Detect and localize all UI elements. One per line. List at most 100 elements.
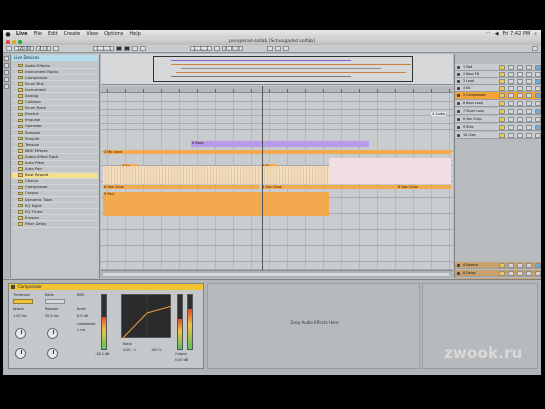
track-header[interactable]: 2 Bass Fill [455, 71, 541, 78]
pan-field[interactable] [535, 271, 541, 276]
track-header[interactable]: 4 Kit [455, 85, 541, 92]
apple-icon[interactable]: ● [3, 31, 13, 38]
expand-button[interactable] [45, 299, 65, 304]
arm-button[interactable] [517, 86, 523, 91]
track-header[interactable]: 6 Bass Loop [455, 100, 541, 107]
track-activator-button[interactable] [499, 263, 505, 268]
track-activator-button[interactable] [499, 86, 505, 91]
track-fold-icon[interactable] [457, 80, 460, 83]
live-devices-icon[interactable] [4, 56, 9, 61]
pan-field[interactable] [535, 72, 541, 77]
track-activator-button[interactable] [499, 79, 505, 84]
file-browser-2-icon[interactable] [4, 77, 9, 82]
track-lane[interactable] [101, 94, 453, 102]
track-activator-button[interactable] [499, 109, 505, 114]
solo-button[interactable] [508, 125, 514, 130]
threshold-meter[interactable] [101, 294, 107, 350]
track-fold-icon[interactable] [457, 264, 460, 267]
pan-field[interactable] [535, 79, 541, 84]
menu-help[interactable]: Help [126, 31, 143, 37]
loop-start-field[interactable]: 1 . 1 . 1 [190, 46, 212, 51]
volume-icon[interactable]: ◀ [495, 31, 499, 37]
volume-field[interactable] [526, 79, 532, 84]
track-name[interactable]: 4 Kit [456, 86, 490, 91]
spotlight-icon[interactable]: ⌕ [534, 31, 537, 37]
volume-field[interactable] [526, 125, 532, 130]
solo-button[interactable] [508, 93, 514, 98]
tempo-field[interactable]: 120.00 [14, 46, 34, 51]
track-name[interactable]: 10 Clap [456, 133, 490, 138]
wifi-icon[interactable]: ◠ [486, 31, 490, 37]
solo-button[interactable] [508, 86, 514, 91]
track-fold-icon[interactable] [457, 73, 460, 76]
track-header[interactable]: 9 Ride [455, 124, 541, 131]
close-icon[interactable] [6, 39, 10, 44]
track-activator-button[interactable] [499, 133, 505, 138]
arrangement-clip[interactable]: 6 Bass [191, 141, 369, 147]
track-name[interactable]: 2 Bass Fill [456, 72, 490, 77]
beat-time-ruler[interactable] [101, 86, 453, 93]
tap-button[interactable] [6, 46, 12, 51]
loop-switch[interactable] [213, 46, 220, 51]
volume-field[interactable] [526, 93, 532, 98]
arrangement-clip[interactable]: 9 Pad [103, 192, 329, 216]
arm-button[interactable] [517, 72, 523, 77]
pan-field[interactable] [535, 86, 541, 91]
arrangement-clip[interactable]: 8 Vox Chop [397, 185, 451, 189]
arm-button[interactable] [517, 125, 523, 130]
arm-button[interactable] [517, 65, 523, 70]
track-header[interactable]: 1 Pad [455, 64, 541, 71]
menu-options[interactable]: Options [101, 31, 126, 37]
plugins-icon[interactable] [4, 63, 9, 68]
device-title[interactable]: Compressor [9, 284, 203, 290]
arm-button[interactable] [517, 117, 523, 122]
arrangement-clip[interactable]: 8 Vox Chop [261, 185, 397, 189]
track-fold-icon[interactable] [457, 134, 460, 137]
arm-button[interactable] [517, 79, 523, 84]
lookahead-value[interactable]: 1 ms [77, 328, 85, 332]
key-map-button[interactable] [274, 46, 281, 51]
track-activator-button[interactable] [499, 271, 505, 276]
track-name[interactable]: 3 Lead [456, 79, 490, 84]
attack-knob[interactable] [15, 328, 26, 339]
arm-button[interactable] [517, 271, 523, 276]
pan-field[interactable] [535, 93, 541, 98]
release-value[interactable]: 50.0 ms [45, 314, 59, 318]
track-lane[interactable] [101, 214, 453, 230]
volume-field[interactable] [526, 109, 532, 114]
solo-button[interactable] [508, 79, 514, 84]
minimize-icon[interactable] [12, 39, 16, 44]
volume-field[interactable] [526, 65, 532, 70]
browser-header[interactable]: Live Devices [12, 55, 98, 61]
menu-create[interactable]: Create [61, 31, 84, 37]
arm-button[interactable] [517, 93, 523, 98]
midi-map-button[interactable] [282, 46, 289, 51]
file-browser-1-icon[interactable] [4, 70, 9, 75]
track-fold-icon[interactable] [457, 102, 460, 105]
track-fold-icon[interactable] [457, 272, 460, 275]
volume-field[interactable] [526, 117, 532, 122]
track-lane[interactable] [101, 102, 453, 110]
track-name[interactable]: 7 Drum Loop [456, 109, 490, 114]
volume-field[interactable] [526, 101, 532, 106]
track-header[interactable]: 7 Drum Loop [455, 108, 541, 115]
dry-wet-knob[interactable] [15, 348, 26, 359]
track-name[interactable]: 8 Vox Chop [456, 117, 490, 122]
track-header[interactable]: 3 Lead [455, 78, 541, 85]
track-name[interactable]: 1 Pad [456, 65, 490, 70]
metronome-button[interactable] [52, 46, 59, 51]
track-activator-button[interactable] [499, 93, 505, 98]
solo-button[interactable] [508, 271, 514, 276]
track-name[interactable]: A Reverb [456, 263, 490, 268]
track-fold-icon[interactable] [457, 110, 460, 113]
arm-button[interactable] [517, 133, 523, 138]
automation-lane[interactable] [329, 158, 451, 184]
track-fold-icon[interactable] [457, 118, 460, 121]
volume-field[interactable] [526, 72, 532, 77]
knee-knob[interactable] [47, 348, 58, 359]
dry-wet-value[interactable]: 100 % [151, 348, 162, 352]
solo-button[interactable] [508, 117, 514, 122]
volume-field[interactable] [526, 133, 532, 138]
meter-field[interactable]: 4 / 4 [36, 46, 51, 51]
menu-view[interactable]: View [83, 31, 101, 37]
